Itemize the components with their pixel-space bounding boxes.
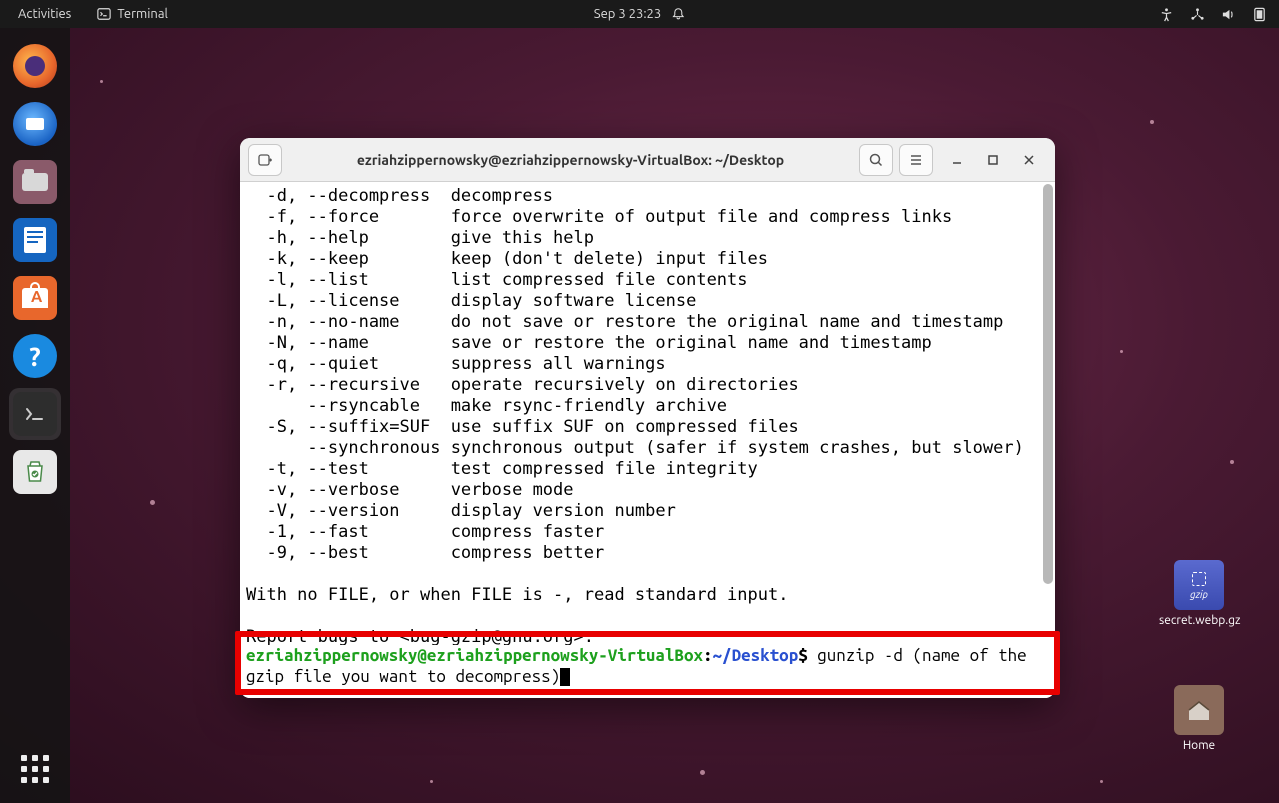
desktop-file-gzip[interactable]: gzip secret.webp.gz [1159, 560, 1239, 627]
hamburger-icon [908, 152, 924, 168]
minimize-icon [951, 154, 963, 166]
star [1150, 120, 1154, 124]
prompt-host: ezriahzippernowsky-VirtualBox [427, 646, 703, 665]
dock-firefox[interactable] [9, 40, 61, 92]
writer-icon [13, 218, 57, 262]
prompt-colon: : [703, 646, 713, 665]
star [150, 500, 155, 505]
prompt-path: ~/Desktop [713, 646, 799, 665]
new-tab-icon [257, 152, 273, 168]
terminal-prompt-line[interactable]: ezriahzippernowsky@ezriahzippernowsky-Vi… [246, 645, 1046, 687]
new-tab-button[interactable] [248, 144, 282, 176]
maximize-button[interactable] [985, 152, 1001, 168]
dock: A ? [0, 28, 70, 803]
window-title: ezriahzippernowsky@ezriahzippernowsky-Vi… [288, 152, 853, 168]
accessibility-icon [1159, 7, 1174, 22]
show-apps-button[interactable] [15, 749, 55, 789]
desktop-home-folder[interactable]: Home [1159, 685, 1239, 752]
trash-icon [13, 450, 57, 494]
thunderbird-icon [13, 102, 57, 146]
terminal-window: ezriahzippernowsky@ezriahzippernowsky-Vi… [240, 138, 1055, 698]
files-icon [13, 160, 57, 204]
maximize-icon [987, 154, 999, 166]
dock-help[interactable]: ? [9, 330, 61, 382]
status-area[interactable] [1159, 7, 1267, 22]
home-folder-icon [1174, 685, 1224, 735]
volume-icon [1221, 7, 1236, 22]
star [1230, 460, 1234, 464]
dock-thunderbird[interactable] [9, 98, 61, 150]
cursor [560, 668, 570, 686]
close-icon [1023, 154, 1035, 166]
notifications-icon [671, 7, 685, 21]
dock-software[interactable]: A [9, 272, 61, 324]
star [1100, 780, 1103, 783]
scrollbar[interactable] [1043, 184, 1053, 696]
titlebar[interactable]: ezriahzippernowsky@ezriahzippernowsky-Vi… [240, 138, 1055, 182]
close-button[interactable] [1021, 152, 1037, 168]
terminal-icon [13, 392, 57, 436]
terminal-output: -d, --decompress decompress -f, --force … [246, 186, 1051, 648]
prompt-user: ezriahzippernowsky [246, 646, 417, 665]
search-icon [868, 152, 884, 168]
star [430, 780, 433, 783]
minimize-button[interactable] [949, 152, 965, 168]
terminal-small-icon [97, 7, 111, 21]
terminal-body[interactable]: -d, --decompress decompress -f, --force … [240, 182, 1055, 698]
search-button[interactable] [859, 144, 893, 176]
star [1120, 350, 1123, 353]
app-indicator-label: Terminal [117, 7, 168, 21]
help-icon: ? [13, 334, 57, 378]
app-indicator[interactable]: Terminal [89, 7, 176, 21]
star [100, 80, 103, 83]
prompt-dollar: $ [798, 646, 817, 665]
gzip-file-icon: gzip [1174, 560, 1224, 610]
software-icon: A [13, 276, 57, 320]
scrollbar-thumb[interactable] [1043, 184, 1053, 584]
window-controls [939, 152, 1047, 168]
prompt-at: @ [417, 646, 427, 665]
desktop-file-label: secret.webp.gz [1159, 614, 1239, 627]
dock-trash[interactable] [9, 446, 61, 498]
dock-files[interactable] [9, 156, 61, 208]
network-icon [1190, 7, 1205, 22]
activities-button[interactable]: Activities [0, 7, 89, 21]
firefox-icon [13, 44, 57, 88]
desktop-home-label: Home [1159, 739, 1239, 752]
star [700, 770, 705, 775]
dock-writer[interactable] [9, 214, 61, 266]
clock-area[interactable]: Sep 3 23:23 [594, 7, 685, 21]
datetime-label: Sep 3 23:23 [594, 7, 661, 21]
dock-terminal[interactable] [9, 388, 61, 440]
menu-button[interactable] [899, 144, 933, 176]
power-icon [1252, 7, 1267, 22]
top-bar: Activities Terminal Sep 3 23:23 [0, 0, 1279, 28]
